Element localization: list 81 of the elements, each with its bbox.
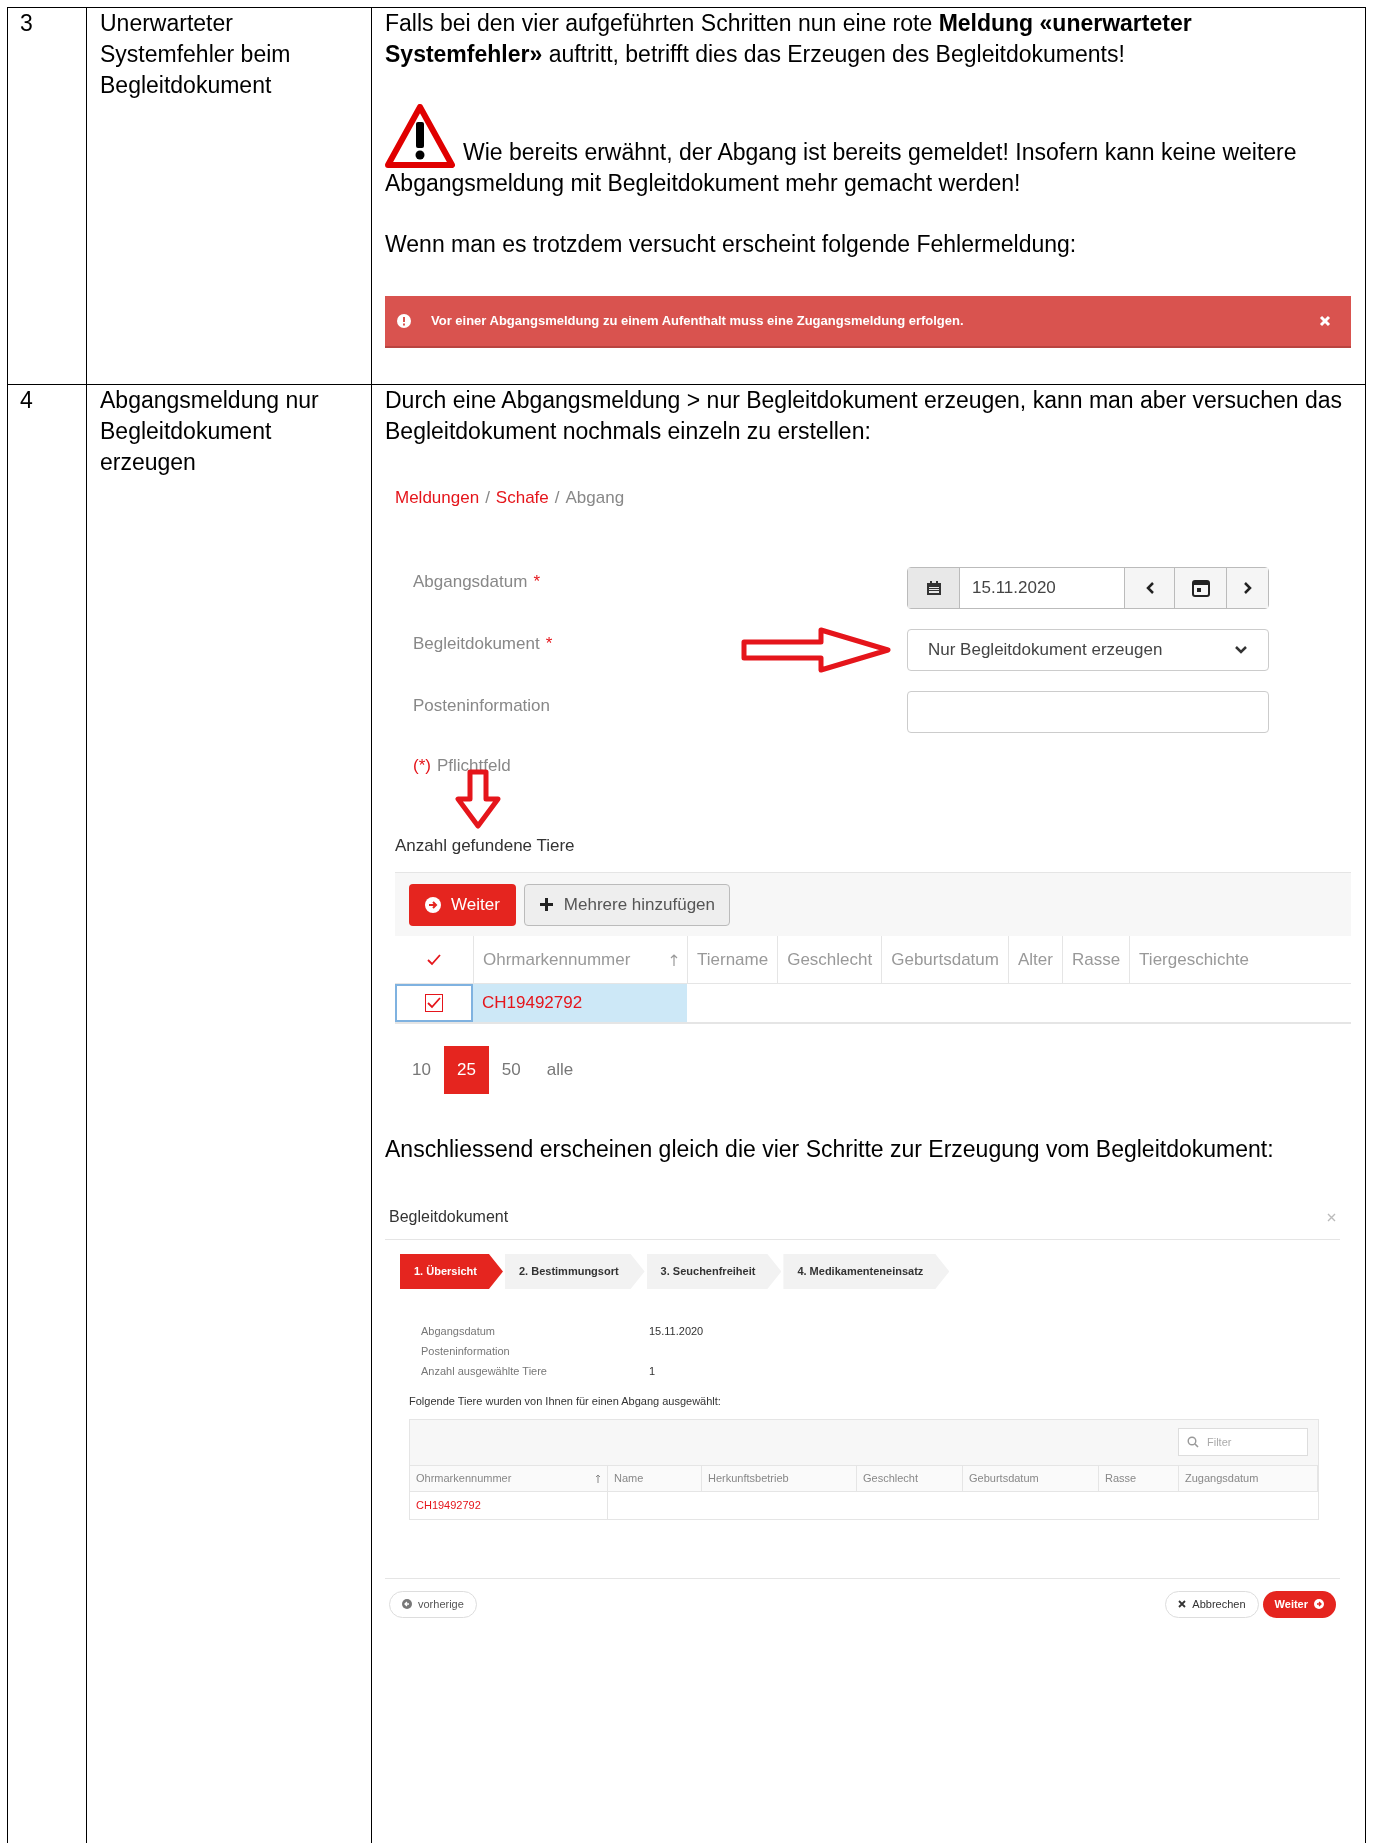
field-label: Begleitdokument <box>413 633 540 655</box>
arrow-circle-icon <box>1314 1599 1324 1609</box>
breadcrumb-item[interactable]: Schafe <box>495 485 549 511</box>
paragraph: Falls bei den vier aufgeführten Schritten nun eine rote Meldung «unerwarteter Systemfehler» auftritt, betrifft dies das Erzeugen des Begleitdokuments! <box>385 9 1193 69</box>
chevron-down-icon <box>1234 645 1248 655</box>
column-header[interactable]: Geburtsdatum <box>963 1465 1099 1491</box>
arrow-circle-icon <box>402 1599 412 1609</box>
alert-message: Vor einer Abgangsmeldung zu einem Aufenthalt muss eine Zugangsmeldung erfolgen. <box>431 312 965 331</box>
page-size-option[interactable]: 10 <box>399 1046 444 1094</box>
table-row[interactable]: CH19492792 <box>395 984 1351 1024</box>
select-field[interactable]: Nur Begleitdokument erzeugen <box>907 629 1269 671</box>
column-header[interactable]: Zugangsdatum <box>1179 1465 1318 1491</box>
date-value: 15.11.2020 <box>971 577 1057 600</box>
sort-arrow-icon <box>670 953 678 966</box>
checkbox[interactable] <box>425 994 443 1012</box>
ear-tag-cell: CH19492792 <box>473 984 687 1022</box>
calendar-icon <box>925 580 942 596</box>
page-size-option[interactable]: 50 <box>488 1046 534 1094</box>
filter-field[interactable]: Filter <box>1178 1428 1308 1456</box>
arrow-circle-icon <box>425 896 441 913</box>
column-header[interactable]: Ohrmarkennummer <box>473 936 687 983</box>
required-marker: * <box>533 571 540 593</box>
column-header[interactable]: Alter <box>1007 936 1062 983</box>
warning-icon <box>385 104 455 168</box>
date-picker[interactable]: 15.11.2020 <box>907 567 1269 609</box>
field-label: Posteninformation <box>413 695 551 717</box>
dialog-title: Begleitdokument <box>389 1207 509 1227</box>
chevron-left-icon[interactable] <box>1144 581 1155 595</box>
page-size-option[interactable]: 25 <box>443 1046 489 1094</box>
input-field[interactable] <box>907 691 1269 733</box>
sort-arrow-icon <box>595 1473 601 1483</box>
row-title: Unerwarteter Systemfehler beim Begleitdokument <box>87 8 372 384</box>
paragraph: Wie bereits erwähnt, der Abgang ist bereits gemeldet! Insofern kann keine weitere Abgangsmeldung mit Begleitdokument mehr gemacht werden! <box>385 139 1297 196</box>
column-header[interactable]: Ohrmarkennummer <box>410 1465 608 1491</box>
next-button[interactable]: Weiter <box>409 883 516 926</box>
alert-icon <box>397 314 411 328</box>
summary-label: Anzahl ausgewählte Tiere <box>421 1364 548 1379</box>
plus-icon <box>538 897 554 912</box>
breadcrumb-item: Abgang <box>565 487 625 510</box>
wizard-step[interactable]: 2. Bestimmungsort <box>504 1254 645 1289</box>
column-header[interactable]: Tiergeschichte <box>1129 936 1259 983</box>
summary-value: 1 <box>649 1364 656 1379</box>
wizard-step[interactable]: 1. Übersicht <box>400 1254 503 1289</box>
column-header[interactable]: Name <box>608 1465 702 1491</box>
check-icon <box>426 996 442 1010</box>
summary-label: Abgangsdatum <box>421 1324 496 1339</box>
breadcrumb-item[interactable]: Meldungen <box>395 485 480 511</box>
row-title: Abgangsmeldung nur Begleitdokument erzeugen <box>87 385 372 1843</box>
next-button[interactable]: Weiter <box>1262 1590 1336 1618</box>
ear-tag-cell: CH19492792 <box>410 1491 608 1519</box>
check-icon <box>426 952 442 967</box>
summary-label: Posteninformation <box>421 1344 511 1359</box>
column-header[interactable]: Geschlecht <box>857 1465 963 1491</box>
required-marker: (*) <box>413 755 431 777</box>
wizard-step[interactable]: 4. Medikamenteneinsatz <box>783 1254 950 1289</box>
search-icon <box>1187 1436 1199 1448</box>
wizard-step[interactable]: 3. Seuchenfreiheit <box>646 1254 782 1289</box>
column-header[interactable]: Rasse <box>1099 1465 1179 1491</box>
paragraph: Wenn man es trotzdem versucht erscheint folgende Fehlermeldung: <box>385 230 1078 259</box>
row-number: 4 <box>8 385 87 1843</box>
required-marker: * <box>545 633 553 655</box>
column-header[interactable]: Tiername <box>687 936 778 983</box>
summary-value: 15.11.2020 <box>649 1324 704 1339</box>
breadcrumb-separator: / <box>485 487 490 510</box>
chevron-right-icon[interactable] <box>1242 581 1253 595</box>
field-label: Abgangsdatum <box>413 571 528 593</box>
breadcrumb-separator: / <box>554 487 560 510</box>
row-number: 3 <box>8 8 87 384</box>
page-size-option[interactable]: alle <box>533 1046 587 1094</box>
column-header[interactable]: Geschlecht <box>777 936 882 983</box>
column-header[interactable]: Rasse <box>1061 936 1130 983</box>
intro-text: Folgende Tiere wurden von Ihnen für einen Abgang ausgewählt: <box>409 1394 722 1409</box>
paragraph: Durch eine Abgangsmeldung > nur Begleitdokument erzeugen, kann man aber versuchen das Begleitdokument nochmals einzeln zu erstellen: <box>385 386 1344 446</box>
required-note: Pflichtfeld <box>436 755 511 777</box>
column-header[interactable]: Herkunftsbetrieb <box>702 1465 857 1491</box>
column-header[interactable]: Geburtsdatum <box>881 936 1008 983</box>
add-multiple-button[interactable]: Mehrere hinzufügen <box>523 883 731 926</box>
close-icon <box>1178 1600 1187 1608</box>
count-label: Anzahl gefundene Tiere <box>395 834 576 857</box>
paragraph: Anschliessend erscheinen gleich die vier Schritte zur Erzeugung vom Begleitdokument: <box>385 1135 1275 1164</box>
calendar-icon[interactable] <box>1190 578 1211 598</box>
